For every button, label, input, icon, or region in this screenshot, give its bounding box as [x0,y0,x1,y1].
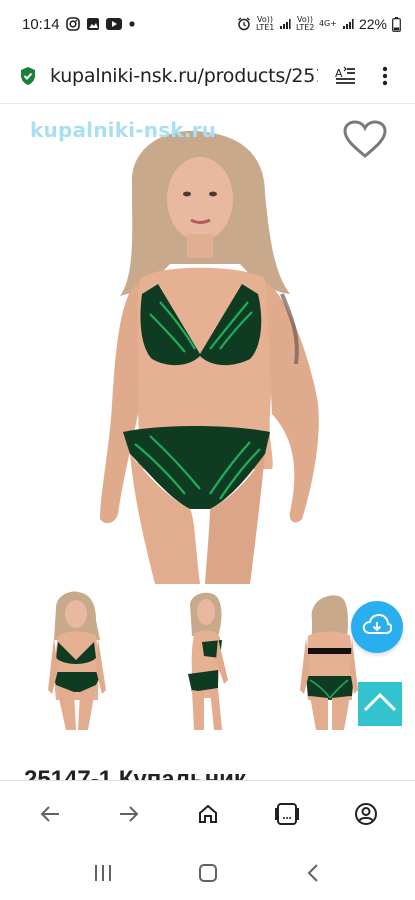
youtube-icon [105,18,122,30]
battery-percent: 22% [358,16,387,32]
alarm-icon [237,17,251,31]
network-2-label: Vo)) LTE2 [295,15,315,32]
browser-toolbar [0,780,415,846]
instagram-icon [65,17,80,31]
home-icon[interactable] [186,792,230,836]
status-time: 10:14 [22,15,60,33]
notification-dot-icon [128,20,136,28]
system-nav-bar [0,846,415,900]
url-text[interactable]: kupalniki-nsk.ru/products/251 [50,65,318,87]
status-left: 10:14 [22,16,136,33]
battery-icon [392,16,401,32]
main-product-image[interactable]: kupalniki-nsk.ru [0,104,415,584]
thumbnail-strip [0,590,415,730]
recents-icon[interactable] [81,851,125,895]
thumbnail-front[interactable] [16,590,136,730]
forward-icon[interactable] [107,792,151,836]
signal-2-icon [342,18,354,30]
thumbnail-side[interactable] [148,590,268,730]
network-3-label: 4G+ [318,19,337,28]
home-nav-icon[interactable] [186,851,230,895]
cloud-download-icon [362,613,393,642]
lock-icon[interactable] [18,66,38,86]
more-vert-icon[interactable] [367,58,403,94]
back-nav-icon[interactable] [291,851,335,895]
model-figure [100,130,319,584]
svg-text:A: A [335,67,343,80]
chevron-up-icon [363,692,397,717]
network-1-label: Vo)) LTE1 [255,15,275,32]
status-right: Vo)) LTE1 Vo)) LTE2 4G+ 22% [237,16,401,32]
url-bar: kupalniki-nsk.ru/products/251 A [0,48,415,104]
translate-icon[interactable]: A [328,58,364,94]
scroll-to-top-button[interactable] [358,682,402,726]
tabs-icon[interactable] [265,792,309,836]
product-title: 25147-1 Купальник [24,766,246,780]
favorite-heart-icon[interactable] [343,120,387,160]
account-icon[interactable] [344,792,388,836]
back-icon[interactable] [28,792,72,836]
gallery-icon [86,17,100,31]
watermark: kupalniki-nsk.ru [30,118,217,142]
status-bar: 10:14 Vo)) LTE1 Vo)) LTE2 4G+ 22% [0,0,415,48]
signal-1-icon [279,18,291,30]
cloud-download-button[interactable] [351,601,403,653]
